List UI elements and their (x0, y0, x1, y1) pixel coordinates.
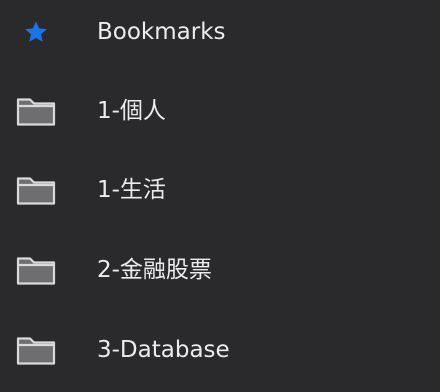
star-icon (16, 12, 56, 52)
menu-item-folder-2-finance-stocks[interactable]: 2-金融股票 (0, 230, 440, 310)
menu-item-bookmarks[interactable]: Bookmarks (0, 0, 440, 72)
menu-item-label: 3-Database (97, 337, 230, 363)
folder-icon (16, 330, 56, 370)
menu-item-folder-1-personal[interactable]: 1-個人 (0, 70, 440, 150)
folder-icon (16, 250, 56, 290)
folder-icon (16, 91, 56, 131)
folder-icon (16, 170, 56, 210)
menu-item-folder-1-life[interactable]: 1-生活 (0, 150, 440, 230)
menu-item-label: 1-生活 (97, 177, 166, 203)
menu-item-label: 2-金融股票 (97, 257, 212, 283)
bookmarks-menu: Bookmarks 1-個人 1-生活 2-金融股票 3-Database (0, 0, 440, 392)
menu-item-label: Bookmarks (97, 19, 226, 45)
menu-item-folder-3-database[interactable]: 3-Database (0, 310, 440, 390)
menu-item-label: 1-個人 (97, 98, 166, 124)
